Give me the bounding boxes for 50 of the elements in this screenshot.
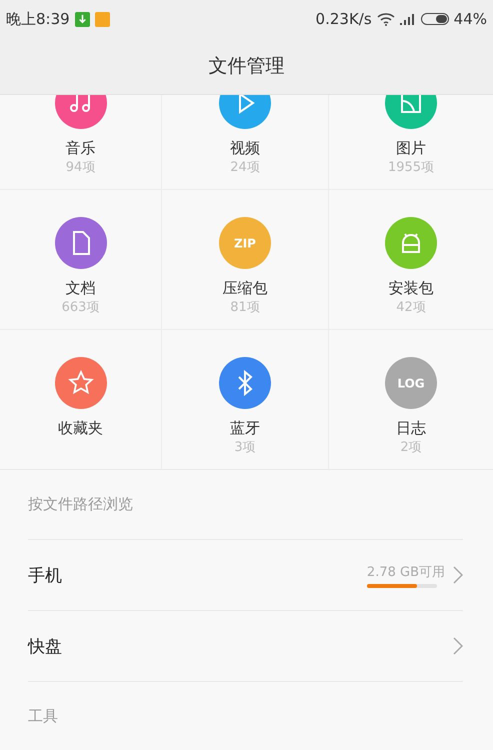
section-heading: 按文件路径浏览 xyxy=(28,470,463,540)
free-space: 2.78 GB可用 xyxy=(366,564,445,580)
item-count: 81项 xyxy=(230,299,260,317)
category-label: 图片 xyxy=(396,139,426,158)
storage-row[interactable]: 手机 2.78 GB可用 xyxy=(28,540,463,611)
category-tile[interactable]: LOG 日志 2项 xyxy=(329,330,493,469)
signal-icon xyxy=(400,13,416,25)
category-label: 蓝牙 xyxy=(230,419,260,438)
category-tile[interactable]: 安装包 42项 xyxy=(329,190,493,330)
category-tile[interactable]: 图片 1955项 xyxy=(329,95,493,190)
storage-bar xyxy=(366,584,437,588)
document-icon xyxy=(54,217,106,269)
category-label: 安装包 xyxy=(388,279,434,298)
battery-percentage: 44% xyxy=(454,10,487,28)
bluetooth-icon xyxy=(219,357,271,409)
storage-label: 快盘 xyxy=(28,636,62,658)
category-label: 文档 xyxy=(66,279,96,298)
battery-icon xyxy=(420,13,449,25)
category-tile[interactable]: 音乐 94项 xyxy=(0,95,162,190)
item-count: 3项 xyxy=(234,439,256,457)
category-label: 音乐 xyxy=(66,139,96,158)
category-label: 日志 xyxy=(396,419,426,438)
item-count: 1955项 xyxy=(388,159,434,177)
badge-icon: ZIP xyxy=(219,217,271,269)
category-tile[interactable]: ZIP 压缩包 81项 xyxy=(162,190,329,330)
storage-label: 手机 xyxy=(28,564,62,586)
item-count: 24项 xyxy=(230,159,260,177)
category-label: 视频 xyxy=(230,139,260,158)
category-tile[interactable]: 收藏夹 xyxy=(0,330,162,469)
item-count: 94项 xyxy=(66,159,96,177)
storage-row[interactable]: 快盘 xyxy=(28,611,463,682)
section-heading: 工具 xyxy=(28,682,463,750)
category-tile[interactable]: 文档 663项 xyxy=(0,190,162,330)
download-notification-icon xyxy=(74,12,90,26)
item-count: 42项 xyxy=(396,299,426,317)
category-label: 收藏夹 xyxy=(58,419,103,438)
chevron-icon xyxy=(453,566,463,584)
category-label: 压缩包 xyxy=(222,279,268,298)
category-tile[interactable]: 视频 24项 xyxy=(162,95,329,190)
network-speed: 0.23K/s xyxy=(316,10,372,28)
android-icon xyxy=(385,217,437,269)
app-notification-icon xyxy=(94,12,110,26)
status-time: 晚上8:39 xyxy=(6,10,70,28)
page-title: 文件管理 xyxy=(208,54,284,79)
wifi-icon xyxy=(376,12,395,26)
item-count: 663项 xyxy=(62,299,100,317)
badge-icon: LOG xyxy=(385,357,437,409)
chevron-icon xyxy=(453,637,463,655)
item-count: 2项 xyxy=(400,439,422,457)
category-tile[interactable]: 蓝牙 3项 xyxy=(162,330,329,469)
